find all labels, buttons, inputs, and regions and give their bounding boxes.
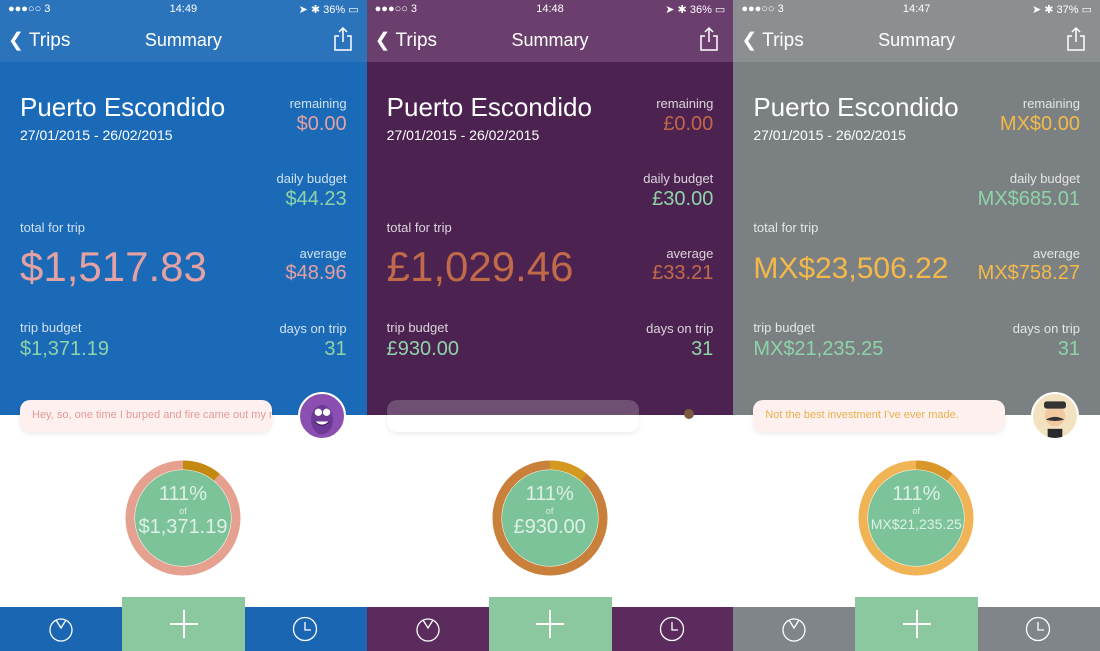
- total-label: total for trip: [20, 220, 86, 235]
- nav-bar: ●●●○○ 3 14:49 ➤ ✱ 36% ▭ ❮ Trips Summary: [0, 0, 367, 62]
- status-bar: ●●●○○ 3 14:48 ➤ ✱ 36% ▭: [375, 3, 726, 17]
- daily-budget-label: daily budget: [643, 171, 714, 186]
- status-bar: ●●●○○ 3 14:49 ➤ ✱ 36% ▭: [8, 3, 359, 17]
- trip-budget-value: MX$21,235.25: [753, 338, 884, 360]
- average-label: average: [666, 246, 714, 261]
- trip-dates: 27/01/2015 - 26/02/2015: [20, 127, 173, 143]
- progress-percent: 111%: [525, 483, 574, 505]
- add-expense-button[interactable]: [488, 597, 612, 651]
- budget-gauge-icon[interactable]: [415, 616, 441, 642]
- total-value: $1,517.83: [20, 243, 207, 290]
- total-label: total for trip: [386, 220, 452, 235]
- remaining-value: £0.00: [663, 113, 714, 135]
- page-title: Summary: [144, 30, 222, 50]
- budget-gauge-icon[interactable]: [781, 616, 807, 642]
- trip-summary-screen: ●●●○○ 3 14:48 ➤ ✱ 36% ▭ ❮ Trips Summary …: [366, 0, 734, 651]
- trip-budget-label: trip budget: [20, 320, 82, 335]
- nav-bar: ●●●○○ 3 14:48 ➤ ✱ 36% ▭ ❮ Trips Summary: [366, 0, 734, 62]
- trip-dates: 27/01/2015 - 26/02/2015: [753, 127, 906, 143]
- remaining-value: $0.00: [296, 113, 347, 135]
- average-label: average: [299, 246, 347, 261]
- total-value: £1,029.46: [386, 243, 574, 290]
- average-value: $48.96: [285, 262, 347, 284]
- days-label: days on trip: [279, 321, 347, 336]
- trip-budget-value: £930.00: [386, 338, 459, 360]
- trip-summary-screen: ●●●○○ 3 14:47 ➤ ✱ 37% ▭ ❮ Trips Summary …: [733, 0, 1100, 651]
- average-value: MX$758.27: [977, 262, 1080, 284]
- trip-name: Puerto Escondido: [753, 92, 959, 122]
- trip-dates: 27/01/2015 - 26/02/2015: [386, 127, 540, 143]
- nav-bar: ●●●○○ 3 14:47 ➤ ✱ 37% ▭ ❮ Trips Summary: [733, 0, 1100, 62]
- clock-icon[interactable]: [292, 616, 318, 642]
- add-expense-button[interactable]: [855, 597, 979, 651]
- speech-bubble: Hey, so, one time I burped and fire came…: [20, 400, 272, 432]
- trip-summary-screen: ●●●○○ 3 14:49 ➤ ✱ 36% ▭ ❮ Trips Summary …: [0, 0, 367, 651]
- status-bar: ●●●○○ 3 14:47 ➤ ✱ 37% ▭: [741, 3, 1092, 17]
- average-value: £33.21: [652, 262, 714, 284]
- avatar-icon: [1031, 392, 1080, 440]
- trip-budget-value: $1,371.19: [20, 338, 109, 360]
- trip-budget-label: trip budget: [386, 320, 449, 335]
- share-icon[interactable]: [1066, 27, 1086, 51]
- speech-bubble: [386, 400, 639, 432]
- page-title: Summary: [878, 30, 956, 50]
- days-label: days on trip: [1012, 321, 1080, 336]
- clock: 14:47: [902, 3, 931, 15]
- app-root: ●●●○○ 3 14:49 ➤ ✱ 36% ▭ ❮ Trips Summary …: [0, 0, 1100, 651]
- add-expense-button[interactable]: [122, 597, 245, 651]
- days-label: days on trip: [646, 321, 714, 336]
- days-value: 31: [1057, 338, 1080, 360]
- avatar-icon: [298, 392, 346, 440]
- speech-bubble: Not the best investment I've ever made.: [753, 400, 1006, 432]
- trip-budget-label: trip budget: [753, 320, 815, 335]
- share-icon[interactable]: [333, 27, 353, 51]
- progress-percent: 111%: [158, 483, 208, 505]
- progress-amount: MX$21,235.25: [870, 516, 962, 532]
- total-value: MX$23,506.22: [753, 252, 949, 285]
- remaining-label: remaining: [1022, 96, 1080, 111]
- share-icon[interactable]: [699, 27, 719, 51]
- daily-budget-label: daily budget: [276, 171, 347, 186]
- progress-percent: 111%: [892, 483, 941, 505]
- progress-amount: £930.00: [513, 516, 586, 538]
- trip-name: Puerto Escondido: [20, 92, 226, 122]
- days-value: 31: [691, 338, 714, 360]
- page-title: Summary: [511, 30, 589, 50]
- progress-of: of: [545, 506, 554, 516]
- days-value: 31: [324, 338, 347, 360]
- daily-budget-value: $44.23: [285, 188, 347, 210]
- remaining-value: MX$0.00: [999, 113, 1080, 135]
- budget-gauge-icon[interactable]: [48, 616, 74, 642]
- progress-text: 111% of £930.00: [492, 460, 608, 576]
- total-label: total for trip: [753, 220, 819, 235]
- progress-text: 111% of $1,371.19: [125, 460, 241, 576]
- clock-icon[interactable]: [1025, 616, 1051, 642]
- clock: 14:49: [169, 3, 198, 15]
- daily-budget-value: £30.00: [652, 188, 714, 210]
- average-label: average: [1032, 246, 1080, 261]
- daily-budget-value: MX$685.01: [977, 188, 1080, 210]
- clock: 14:48: [536, 3, 564, 15]
- remaining-label: remaining: [656, 96, 714, 111]
- progress-text: 111% of MX$21,235.25: [858, 460, 974, 576]
- progress-of: of: [179, 506, 187, 516]
- trip-name: Puerto Escondido: [386, 92, 592, 122]
- daily-budget-label: daily budget: [1009, 171, 1080, 186]
- avatar-icon: [683, 409, 694, 419]
- progress-amount: $1,371.19: [138, 516, 228, 538]
- remaining-label: remaining: [289, 96, 347, 111]
- progress-of: of: [912, 506, 921, 516]
- clock-icon[interactable]: [659, 616, 685, 642]
